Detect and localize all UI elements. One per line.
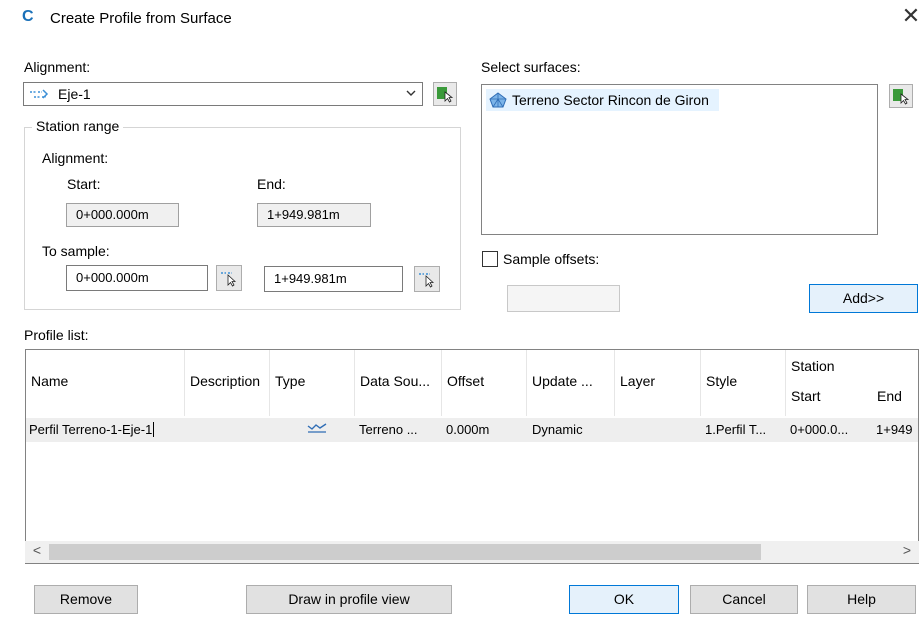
sample-offsets-input[interactable]: [507, 285, 620, 312]
pick-surface-button[interactable]: [889, 84, 913, 108]
cell-update-mode[interactable]: Dynamic: [532, 422, 583, 437]
column-header-type[interactable]: Type: [270, 350, 355, 416]
sample-end-input[interactable]: 1+949.981m: [264, 266, 403, 292]
pick-station-icon: [419, 273, 435, 288]
alignment-end-station: 1+949.981m: [257, 203, 371, 227]
scroll-left-arrow-icon[interactable]: <: [29, 542, 45, 558]
surface-profile-icon: [307, 423, 327, 433]
column-header-data-source[interactable]: Data Sou...: [355, 350, 442, 416]
scroll-right-arrow-icon[interactable]: >: [899, 542, 915, 558]
sample-offsets-label: Sample offsets:: [503, 251, 600, 267]
cell-offset[interactable]: 0.000m: [446, 422, 489, 437]
add-surface-button[interactable]: Add>>: [809, 284, 918, 313]
draw-in-profile-view-button[interactable]: Draw in profile view: [246, 585, 452, 614]
start-label: Start:: [67, 176, 101, 192]
column-header-station-end[interactable]: End: [877, 388, 902, 404]
civil3d-app-icon: C: [22, 8, 34, 25]
horizontal-scrollbar[interactable]: < >: [25, 541, 919, 563]
cell-name[interactable]: Perfil Terreno-1-Eje-1: [29, 422, 155, 437]
ok-button[interactable]: OK: [569, 585, 679, 614]
help-button[interactable]: Help: [807, 585, 916, 614]
surfaces-listbox[interactable]: Terreno Sector Rincon de Giron: [481, 84, 878, 235]
alignment-dropdown[interactable]: Eje-1: [23, 82, 423, 106]
scrollbar-thumb[interactable]: [49, 544, 761, 560]
profile-list-grid[interactable]: Name Description Type Data Sou... Offset…: [25, 349, 919, 564]
pick-station-icon: [221, 272, 237, 287]
column-header-layer[interactable]: Layer: [615, 350, 701, 416]
pick-from-drawing-icon: [893, 89, 910, 105]
pick-start-station-button[interactable]: [216, 265, 242, 291]
alignment-value: Eje-1: [58, 86, 91, 102]
column-header-station-start[interactable]: Start: [791, 388, 821, 404]
alignment-label: Alignment:: [24, 59, 91, 75]
pick-end-station-button[interactable]: [414, 266, 440, 292]
station-group-label: Station: [791, 358, 835, 374]
column-header-style[interactable]: Style: [701, 350, 786, 416]
cell-data-source[interactable]: Terreno ...: [359, 422, 418, 437]
cancel-button[interactable]: Cancel: [690, 585, 798, 614]
alignment-start-station: 0+000.000m: [66, 203, 179, 227]
chevron-down-icon: [406, 90, 416, 96]
profile-list-label: Profile list:: [24, 327, 89, 343]
cell-style[interactable]: 1.Perfil T...: [705, 422, 766, 437]
table-row[interactable]: Perfil Terreno-1-Eje-1 Terreno ... 0.000…: [26, 418, 918, 442]
close-button[interactable]: ✕: [900, 5, 922, 27]
pick-from-drawing-icon: [437, 87, 454, 103]
station-range-label: Station range: [32, 118, 124, 134]
cell-station-end[interactable]: 1+949: [876, 422, 913, 437]
select-surfaces-label: Select surfaces:: [481, 59, 581, 75]
tin-surface-icon: [489, 92, 507, 108]
remove-button[interactable]: Remove: [34, 585, 138, 614]
column-header-offset[interactable]: Offset: [442, 350, 527, 416]
sample-start-input[interactable]: 0+000.000m: [66, 265, 208, 291]
column-header-station[interactable]: Station Start End: [786, 350, 918, 416]
station-alignment-label: Alignment:: [42, 150, 109, 166]
surface-name: Terreno Sector Rincon de Giron: [512, 92, 709, 108]
to-sample-label: To sample:: [42, 243, 110, 259]
column-header-update-mode[interactable]: Update ...: [527, 350, 615, 416]
column-header-name[interactable]: Name: [26, 350, 185, 416]
surface-list-item[interactable]: Terreno Sector Rincon de Giron: [486, 89, 719, 111]
end-label: End:: [257, 176, 286, 192]
column-header-description[interactable]: Description: [185, 350, 270, 416]
alignment-icon: [30, 89, 49, 99]
sample-offsets-checkbox[interactable]: [482, 251, 498, 267]
pick-alignment-button[interactable]: [433, 82, 457, 106]
cell-station-start[interactable]: 0+000.0...: [790, 422, 848, 437]
dialog-title: Create Profile from Surface: [50, 10, 232, 27]
